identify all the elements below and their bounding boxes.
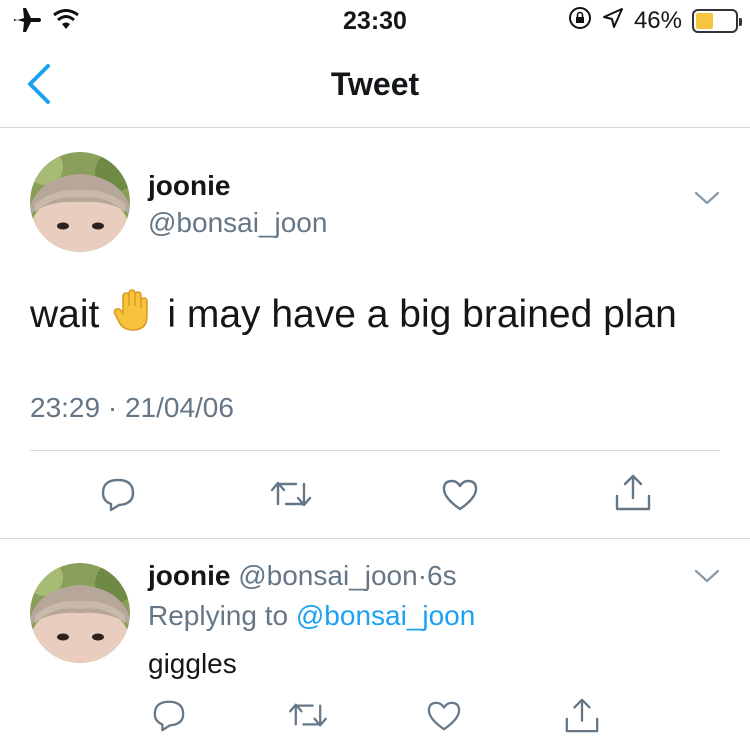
battery-percent: 46%	[633, 6, 682, 34]
replying-prefix: Replying to	[148, 600, 289, 631]
retweet-button[interactable]	[270, 478, 312, 515]
page-title: Tweet	[330, 66, 420, 102]
retweet-icon	[270, 481, 312, 507]
share-icon	[615, 474, 651, 511]
tweet-text: giggles	[148, 648, 237, 679]
retweet-button[interactable]	[288, 700, 328, 735]
separator: ·	[417, 560, 428, 591]
tweet-text: wait i may have a big brained plan	[30, 288, 677, 342]
like-icon	[427, 701, 461, 731]
avatar[interactable]	[30, 152, 130, 252]
location-icon	[602, 7, 624, 34]
handle[interactable]: @bonsai_joon	[238, 560, 417, 591]
like-button[interactable]	[441, 478, 479, 517]
share-button[interactable]	[564, 696, 600, 739]
like-icon	[442, 479, 478, 511]
raised-hand-emoji-icon	[113, 288, 153, 342]
replying-to-link[interactable]: @bonsai_joon	[296, 600, 475, 631]
status-bar: 23:30 46%	[0, 0, 750, 40]
battery-icon	[692, 8, 742, 33]
reply-header: joonie @bonsai_joon·6s	[148, 560, 457, 592]
reply-icon	[101, 478, 135, 512]
battery-cap	[739, 17, 742, 26]
chevron-down-icon	[694, 569, 720, 583]
avatar[interactable]	[30, 563, 130, 663]
replying-to: Replying to @bonsai_joon	[148, 600, 475, 632]
section-divider	[0, 538, 750, 539]
tweet-menu-button[interactable]	[694, 568, 720, 589]
display-name[interactable]: joonie	[148, 560, 230, 591]
share-icon	[565, 698, 599, 733]
tweet-menu-button[interactable]	[694, 190, 720, 211]
reply-button[interactable]	[152, 698, 186, 737]
battery-fill	[696, 12, 713, 29]
retweet-icon	[289, 703, 327, 727]
nav-bar: Tweet	[0, 40, 750, 128]
tweet-text-after: i may have a big brained plan	[167, 293, 677, 336]
tweet-age: 6s	[427, 560, 457, 591]
chevron-down-icon	[694, 191, 720, 205]
orientation-lock-icon	[568, 6, 592, 35]
reply-icon	[153, 700, 185, 732]
like-button[interactable]	[426, 700, 462, 737]
status-right: 46%	[568, 6, 742, 35]
handle[interactable]: @bonsai_joon	[148, 207, 327, 239]
timestamp[interactable]: 23:29 · 21/04/06	[30, 392, 234, 424]
divider	[30, 450, 720, 451]
display-name[interactable]: joonie	[148, 170, 230, 202]
reply-button[interactable]	[100, 476, 136, 517]
share-button[interactable]	[614, 472, 652, 517]
tweet-text-before: wait	[30, 293, 100, 336]
